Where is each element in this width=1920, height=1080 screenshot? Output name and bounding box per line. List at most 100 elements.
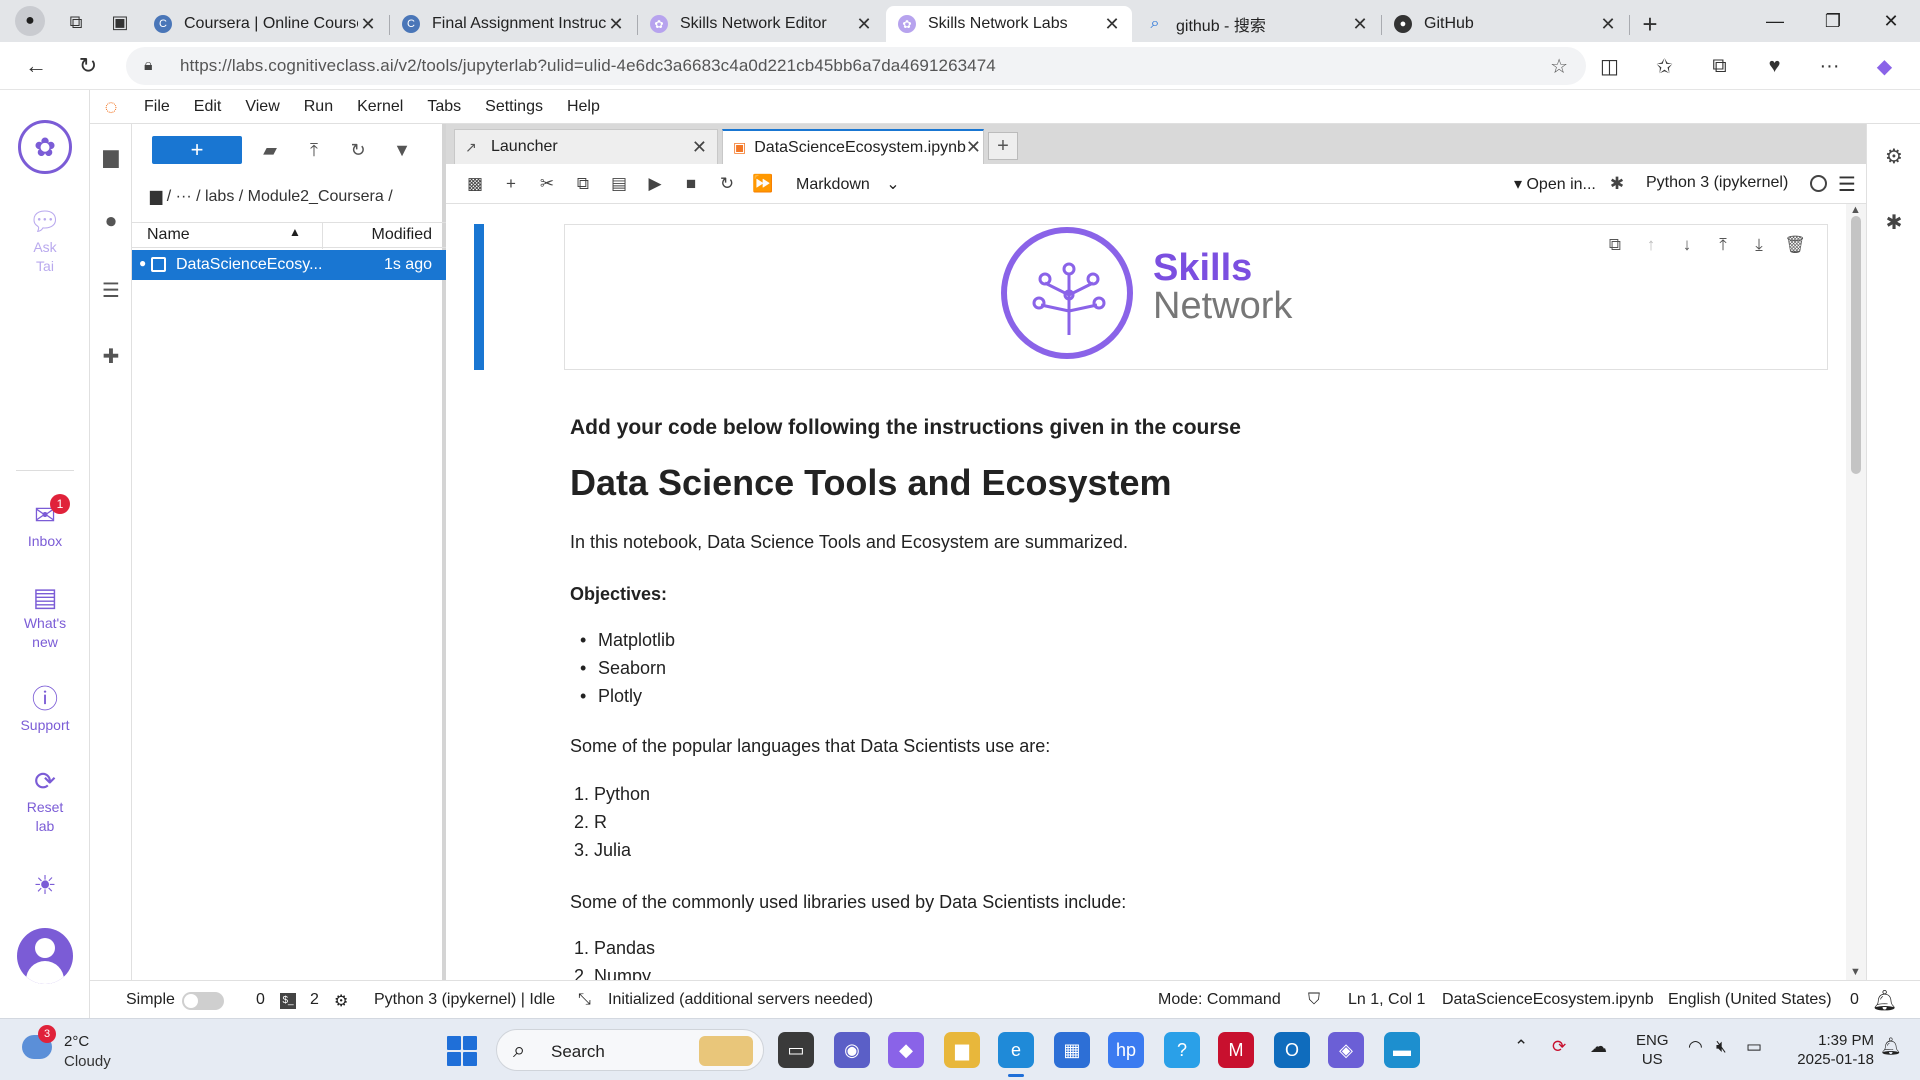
restart-button[interactable]: ↻ [710, 170, 744, 198]
property-inspector-tab[interactable]: ⚙ [1867, 136, 1920, 176]
close-window-icon[interactable]: ✕ [1862, 0, 1920, 42]
shield-check-icon[interactable]: ⛉ [1308, 991, 1320, 1009]
tab-actions-button[interactable]: ▣ [98, 2, 142, 42]
favorite-star-icon[interactable]: ☆ [1550, 54, 1568, 79]
lsp-status-text[interactable]: Initialized (additional servers needed) [608, 991, 873, 1009]
notebook-content[interactable]: Skills Network ⧉ ↑ ↓ ⤒ ⤓ 🗑︎ Add your cod… [446, 204, 1866, 980]
battery-icon[interactable]: ▭ [1746, 1037, 1762, 1057]
new-folder-button[interactable]: ▰ [252, 136, 288, 164]
theme-toggle-button[interactable]: ☀ [0, 870, 90, 902]
cut-button[interactable]: ✂ [530, 170, 564, 198]
support-button[interactable]: ⓘ Support [0, 684, 90, 735]
upload-button[interactable]: ⤒ [296, 136, 332, 164]
move-down-icon[interactable]: ↓ [1669, 231, 1705, 259]
running-kernels-tab[interactable]: ⏺ [90, 202, 132, 242]
inbox-button[interactable]: ✉ 1 Inbox [0, 494, 90, 551]
profile-button[interactable]: ● [10, 1, 50, 41]
breadcrumb-path[interactable]: / ··· / labs / Module2_Coursera / [167, 188, 393, 205]
refresh-button[interactable]: ↻ [340, 136, 376, 164]
copilot-app-icon[interactable]: ◆ [888, 1032, 924, 1068]
microsoft-store-icon[interactable]: ▦ [1054, 1032, 1090, 1068]
file-name[interactable]: DataScienceEcosy... [176, 256, 322, 274]
close-tab-icon[interactable]: ✕ [1350, 14, 1370, 35]
interrupt-button[interactable]: ■ [674, 170, 708, 198]
reset-lab-button[interactable]: ⟳ Reset lab [0, 766, 90, 836]
menu-tabs[interactable]: Tabs [415, 98, 473, 116]
task-view-icon[interactable]: ▭ [778, 1032, 814, 1068]
move-up-icon[interactable]: ↑ [1633, 231, 1669, 259]
user-avatar[interactable] [17, 928, 73, 984]
browser-tab-coursera[interactable]: C Coursera | Online Courses ✕ [142, 6, 390, 42]
skills-network-logo-icon[interactable]: ✿ [18, 120, 72, 174]
close-tab-icon[interactable]: ✕ [854, 14, 874, 35]
property-inspector-icon[interactable]: ☰ [1838, 172, 1856, 197]
browser-tab-github[interactable]: ● GitHub ✕ [1382, 6, 1630, 42]
table-of-contents-tab[interactable]: ☰ [90, 270, 132, 310]
minimize-icon[interactable]: — [1746, 0, 1804, 42]
insert-cell-button[interactable]: + [494, 170, 528, 198]
weather-widget[interactable]: 3 2°C Cloudy [22, 1025, 142, 1073]
duplicate-cell-icon[interactable]: ⧉ [1597, 231, 1633, 259]
menu-run[interactable]: Run [292, 98, 345, 116]
url-text[interactable]: https://labs.cognitiveclass.ai/v2/tools/… [180, 56, 996, 76]
column-modified-header[interactable]: Modified [372, 226, 432, 244]
browser-essentials-icon[interactable]: ♥ [1747, 46, 1802, 86]
kernel-count[interactable]: 0 [256, 991, 265, 1009]
save-button[interactable]: ▩ [458, 170, 492, 198]
new-launcher-button[interactable]: + [152, 136, 242, 164]
column-name-header[interactable]: Name [147, 226, 190, 244]
tab-launcher[interactable]: ↗ Launcher ✕ [454, 129, 718, 164]
onedrive-icon[interactable]: ☁ [1590, 1037, 1607, 1057]
cell-type-select[interactable]: Markdown ⌄ [796, 174, 900, 194]
file-row[interactable]: ● DataScienceEcosy... 1s ago [132, 250, 446, 280]
breadcrumb[interactable]: ▆ / ··· / labs / Module2_Coursera / [150, 186, 393, 206]
file-browser-tab[interactable]: ▆ [90, 136, 132, 176]
terminal-count[interactable]: 2 [310, 991, 319, 1009]
delete-cell-icon[interactable]: 🗑︎ [1777, 231, 1813, 259]
cell-collapser[interactable] [474, 224, 484, 370]
ask-tai-button[interactable]: 💬︎ Ask Tai [0, 206, 90, 276]
menu-file[interactable]: File [132, 98, 182, 116]
close-tab-icon[interactable]: ✕ [358, 14, 378, 35]
remote-desktop-icon[interactable]: ▬ [1384, 1032, 1420, 1068]
start-button[interactable] [447, 1036, 477, 1066]
show-hidden-icons-icon[interactable]: ⌃ [1514, 1037, 1528, 1057]
scroll-up-icon[interactable]: ▲ [1850, 204, 1861, 216]
close-tab-icon[interactable]: ✕ [1102, 14, 1122, 35]
tab-notebook[interactable]: ▣ DataScienceEcosystem.ipynb ✕ [722, 129, 984, 164]
lock-icon[interactable]: 🔒︎ [144, 57, 168, 75]
logo-markdown-cell[interactable]: Skills Network ⧉ ↑ ↓ ⤒ ⤓ 🗑︎ [564, 224, 1828, 370]
reload-button[interactable]: ↻ [62, 46, 114, 86]
help-app-icon[interactable]: ? [1164, 1032, 1200, 1068]
more-icon[interactable]: ··· [1802, 46, 1857, 86]
run-button[interactable]: ▶ [638, 170, 672, 198]
paste-button[interactable]: ▤ [602, 170, 636, 198]
filter-button[interactable]: ▼ [384, 136, 420, 164]
close-tab-icon[interactable]: ✕ [692, 137, 707, 158]
simple-mode-toggle[interactable] [182, 992, 224, 1010]
browser-tab-skills-editor[interactable]: ✿ Skills Network Editor ✕ [638, 6, 884, 42]
close-tab-icon[interactable]: ✕ [966, 137, 981, 158]
favorites-icon[interactable]: ✩ [1637, 46, 1692, 86]
display-language[interactable]: English (United States) [1668, 991, 1832, 1009]
close-tab-icon[interactable]: ✕ [1598, 14, 1618, 35]
split-screen-icon[interactable]: ◫ [1582, 46, 1637, 86]
url-bar[interactable]: 🔒︎ https://labs.cognitiveclass.ai/v2/too… [126, 47, 1586, 85]
menu-edit[interactable]: Edit [182, 98, 234, 116]
notebook-scrollbar[interactable]: ▲ ▼ [1846, 204, 1866, 980]
menu-settings[interactable]: Settings [473, 98, 555, 116]
workspaces-button[interactable]: ⧉ [54, 2, 98, 42]
restart-run-all-button[interactable]: ⏩ [746, 170, 780, 198]
menu-view[interactable]: View [233, 98, 291, 116]
back-button[interactable]: ← [10, 46, 62, 86]
myhp-icon[interactable]: hp [1108, 1032, 1144, 1068]
browser-tab-final-assignment[interactable]: C Final Assignment Instructi ✕ [390, 6, 638, 42]
kernel-status-text[interactable]: Python 3 (ipykernel) | Idle [374, 991, 555, 1009]
scrollbar-thumb[interactable] [1851, 216, 1861, 474]
browser-tab-skills-labs[interactable]: ✿ Skills Network Labs ✕ [886, 6, 1132, 42]
insert-above-icon[interactable]: ⤒ [1705, 231, 1741, 259]
sort-ascending-icon[interactable]: ▲ [289, 225, 301, 239]
whats-new-button[interactable]: ▤ What's new [0, 582, 90, 652]
volume-muted-icon[interactable]: 🔇︎ [1716, 1037, 1727, 1057]
taskbar-search[interactable]: ⌕ Search [496, 1029, 764, 1071]
